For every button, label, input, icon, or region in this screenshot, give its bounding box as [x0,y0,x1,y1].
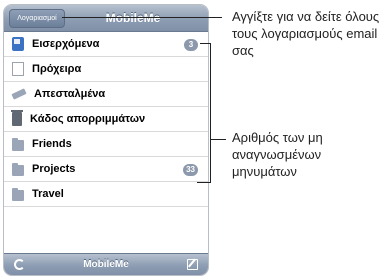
mailbox-row-inbox[interactable]: Εισερχόμενα 3 [4,32,208,57]
callout-bracket-vertical [210,43,211,182]
trash-icon [11,110,23,126]
callout-bracket-bottom [197,182,211,183]
compose-icon[interactable] [187,259,198,270]
mailbox-label: Projects [32,163,76,175]
callout-unread: Αριθμός των μη αναγνωσμένων μηνυμάτων [232,130,323,179]
mailbox-row-sent[interactable]: Απεσταλμένα [4,82,208,107]
mailbox-row-trash[interactable]: Κάδος απορριμμάτων [4,107,208,132]
mailbox-label: Απεσταλμένα [34,88,106,100]
callout-bracket-top [200,43,210,44]
folder-icon [12,137,24,151]
navigation-bar: Λογαριασμοί MobileMe [4,5,208,32]
mailbox-label: Κάδος απορριμμάτων [30,113,146,125]
callout-line-accounts [62,17,222,18]
unread-badge: 33 [183,164,198,176]
nav-title: MobileMe [105,11,161,25]
callout-line-unread [210,139,226,140]
folder-icon [12,187,24,201]
document-icon [12,62,24,76]
mailbox-label: Friends [32,138,72,150]
mailbox-label: Travel [32,188,64,200]
mailbox-label: Εισερχόμενα [32,38,100,50]
sent-icon [11,88,27,100]
callout-accounts: Αγγίξτε για να δείτε όλους τους λογαριασ… [232,9,380,58]
inbox-icon [12,37,24,51]
mailbox-label: Πρόχειρα [32,63,82,75]
bottom-toolbar: MobileMe [4,253,208,275]
mailbox-row-drafts[interactable]: Πρόχειρα [4,57,208,82]
mailbox-list: Εισερχόμενα 3 Πρόχειρα Απεσταλμένα Κάδος… [4,32,208,207]
iphone-mail-screen: Λογαριασμοί MobileMe Εισερχόμενα 3 Πρόχε… [3,4,209,276]
folder-icon [12,162,24,176]
accounts-back-button[interactable]: Λογαριασμοί [9,9,65,28]
mailbox-row-friends[interactable]: Friends [4,132,208,157]
unread-badge: 3 [184,39,198,51]
toolbar-title: MobileMe [83,259,129,270]
mailbox-row-travel[interactable]: Travel [4,182,208,207]
mailbox-row-projects[interactable]: Projects 33 [4,157,208,182]
